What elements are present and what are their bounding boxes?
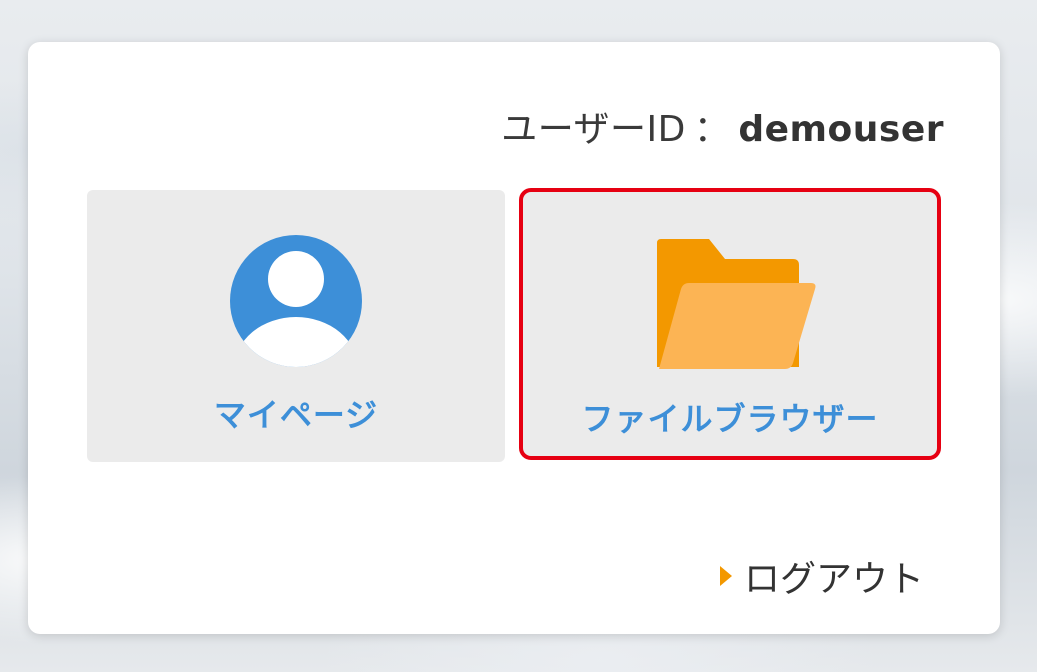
caret-right-icon (719, 566, 732, 586)
mypage-button[interactable]: マイページ (87, 190, 505, 462)
logout-label: ログアウト (743, 559, 924, 600)
logout-link[interactable]: ログアウト (719, 550, 924, 602)
folder-open-icon (657, 239, 816, 369)
user-id-display: ユーザーID： demouser (501, 100, 944, 152)
user-id-label: ユーザーID (501, 109, 686, 150)
user-id-separator: ： (693, 109, 731, 150)
user-avatar-icon (230, 235, 362, 367)
user-id-value: demouser (738, 109, 944, 150)
menu-card: ユーザーID： demouser マイページ ファイルブラウザー ログアウト (28, 42, 1000, 634)
file-browser-button[interactable]: ファイルブラウザー (519, 188, 941, 460)
mypage-label: マイページ (213, 396, 379, 434)
page-background: { "header": { "user_id_label": "ユーザーID",… (0, 0, 1037, 672)
file-browser-label: ファイルブラウザー (581, 400, 879, 438)
